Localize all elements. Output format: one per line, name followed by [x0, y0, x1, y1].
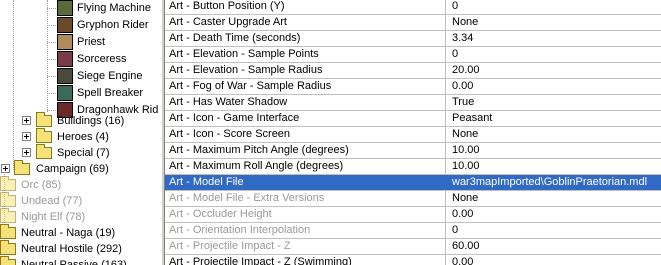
tree-unit-gryphon-rider[interactable]: Gryphon Rider — [0, 16, 161, 34]
property-name: Art - Button Position (Y) — [169, 0, 285, 12]
property-row[interactable]: Art - Icon - Score Screen None — [165, 127, 661, 143]
expand-icon[interactable] — [22, 116, 31, 125]
tree-unit-priest[interactable]: Priest — [0, 33, 161, 51]
property-value: 20.00 — [452, 64, 480, 76]
folder-icon — [36, 128, 52, 143]
property-name: Art - Model File — [169, 176, 244, 188]
expand-icon[interactable] — [22, 148, 31, 157]
property-name: Art - Maximum Roll Angle (degrees) — [169, 160, 344, 172]
tree-unit-spell-breaker[interactable]: Spell Breaker — [0, 84, 161, 102]
property-name: Art - Caster Upgrade Art — [169, 16, 287, 28]
folder-icon — [0, 192, 16, 207]
property-row[interactable]: Art - Button Position (Y) 0 — [165, 0, 661, 15]
property-name: Art - Elevation - Sample Radius — [169, 64, 323, 76]
expand-icon[interactable] — [22, 132, 31, 141]
property-value: True — [452, 96, 475, 108]
property-value: 0.00 — [452, 256, 474, 265]
folder-icon — [36, 144, 52, 159]
property-row[interactable]: Art - Elevation - Sample Points 0 — [165, 47, 661, 63]
property-grid[interactable]: Art - Button Position (Y) 0 Art - Caster… — [165, 0, 661, 265]
tree-unit-label: Gryphon Rider — [77, 19, 149, 31]
flying-machine-icon — [57, 0, 73, 16]
property-name: Art - Death Time (seconds) — [169, 32, 301, 44]
property-row[interactable]: Art - Orientation Interpolation 0 — [165, 223, 661, 239]
tree-unit-label: Siege Engine — [77, 70, 143, 82]
tree-race-neutral-passive[interactable]: Neutral Passive (163) — [0, 256, 161, 265]
property-name: Art - Projectile Impact - Z (Swimming) — [169, 256, 352, 265]
property-value: 0 — [452, 0, 459, 12]
property-row[interactable]: Art - Fog of War - Sample Radius 0.00 — [165, 79, 661, 95]
property-value: 0 — [452, 48, 459, 60]
property-row[interactable]: Art - Elevation - Sample Radius 20.00 — [165, 63, 661, 79]
property-row[interactable]: Art - Occluder Height 0.00 — [165, 207, 661, 223]
tree-unit-label: Sorceress — [77, 53, 127, 65]
property-value: None — [452, 128, 479, 140]
tree-unit-label: Flying Machine — [77, 2, 151, 14]
property-row[interactable]: Art - Projectile Impact - Z 60.00 — [165, 239, 661, 255]
folder-icon — [0, 240, 16, 255]
folder-icon — [0, 256, 16, 265]
property-value: None — [452, 192, 479, 204]
priest-icon — [57, 34, 73, 50]
tree-race-label: Neutral Passive (163) — [21, 259, 127, 265]
tree-unit-siege-engine[interactable]: Siege Engine — [0, 67, 161, 85]
folder-icon — [0, 176, 16, 191]
property-name: Art - Icon - Game Interface — [169, 112, 300, 124]
property-name: Art - Model File - Extra Versions — [169, 192, 325, 204]
property-value: 0 — [452, 224, 459, 236]
property-row[interactable]: Art - Caster Upgrade Art None — [165, 15, 661, 31]
property-value: 0.00 — [452, 80, 474, 92]
property-row[interactable]: Art - Has Water Shadow True — [165, 95, 661, 111]
property-value: war3mapImported\GoblinPraetorian.mdl — [452, 176, 648, 188]
property-name: Art - Projectile Impact - Z — [169, 240, 291, 252]
property-value: 60.00 — [452, 240, 480, 252]
spell-breaker-icon — [57, 85, 73, 101]
object-tree[interactable]: Flying Machine Gryphon Rider Priest Sorc… — [0, 0, 161, 265]
folder-icon — [0, 224, 16, 239]
gryphon-rider-icon — [57, 17, 73, 33]
tree-unit-label: Spell Breaker — [77, 87, 144, 99]
property-row-selected[interactable]: Art - Model File war3mapImported\GoblinP… — [165, 175, 661, 191]
property-name: Art - Orientation Interpolation — [169, 224, 311, 236]
property-value: 10.00 — [452, 144, 480, 156]
property-name: Art - Elevation - Sample Points — [169, 48, 319, 60]
property-name: Art - Has Water Shadow — [169, 96, 288, 108]
tree-unit-flying-machine[interactable]: Flying Machine — [0, 0, 161, 17]
property-value: 10.00 — [452, 160, 480, 172]
property-row[interactable]: Art - Model File - Extra Versions None — [165, 191, 661, 207]
property-value: Peasant — [452, 112, 493, 124]
folder-icon — [0, 208, 16, 223]
property-value: None — [452, 16, 479, 28]
property-name: Art - Occluder Height — [169, 208, 272, 220]
property-name: Art - Maximum Pitch Angle (degrees) — [169, 144, 349, 156]
property-value: 3.34 — [452, 32, 474, 44]
folder-icon — [14, 160, 30, 175]
property-name: Art - Icon - Score Screen — [169, 128, 291, 140]
expand-icon[interactable] — [1, 164, 10, 173]
folder-icon — [36, 112, 52, 127]
property-row[interactable]: Art - Maximum Pitch Angle (degrees) 10.0… — [165, 143, 661, 159]
tree-unit-label: Priest — [77, 36, 106, 48]
sorceress-icon — [57, 51, 73, 67]
property-name: Art - Fog of War - Sample Radius — [169, 80, 332, 92]
siege-engine-icon — [57, 68, 73, 84]
property-value: 0.00 — [452, 208, 474, 220]
property-row[interactable]: Art - Projectile Impact - Z (Swimming) 0… — [165, 255, 661, 265]
property-row[interactable]: Art - Maximum Roll Angle (degrees) 10.00 — [165, 159, 661, 175]
property-row[interactable]: Art - Icon - Game Interface Peasant — [165, 111, 661, 127]
property-row[interactable]: Art - Death Time (seconds) 3.34 — [165, 31, 661, 47]
tree-unit-sorceress[interactable]: Sorceress — [0, 50, 161, 68]
